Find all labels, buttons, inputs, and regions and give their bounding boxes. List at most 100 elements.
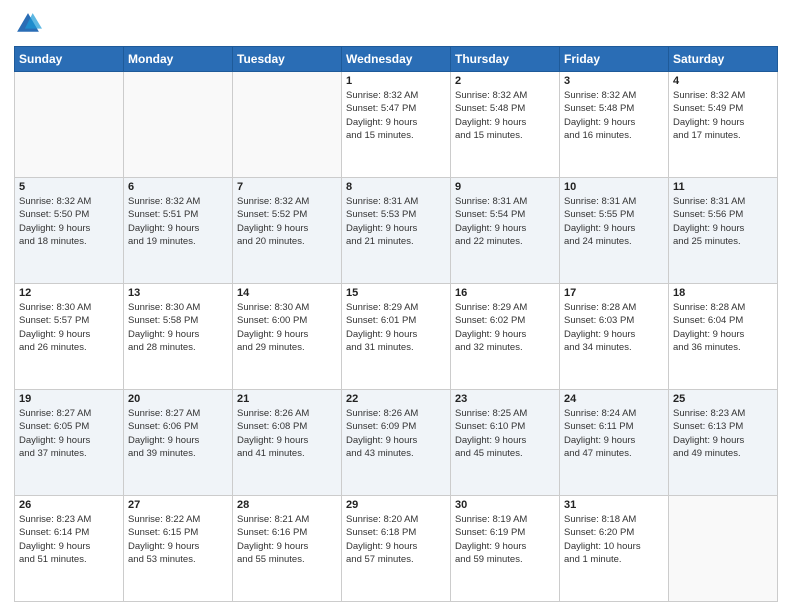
day-info: Sunrise: 8:31 AM Sunset: 5:56 PM Dayligh… xyxy=(673,195,773,248)
day-number: 6 xyxy=(128,181,228,193)
weekday-header: Wednesday xyxy=(342,47,451,72)
day-number: 21 xyxy=(237,393,337,405)
calendar-cell xyxy=(15,72,124,178)
day-info: Sunrise: 8:32 AM Sunset: 5:48 PM Dayligh… xyxy=(455,89,555,142)
calendar-cell: 26 Sunrise: 8:23 AM Sunset: 6:14 PM Dayli… xyxy=(15,496,124,602)
day-info: Sunrise: 8:25 AM Sunset: 6:10 PM Dayligh… xyxy=(455,407,555,460)
calendar-cell: 7Sunrise: 8:32 AM Sunset: 5:52 PM Daylig… xyxy=(233,178,342,284)
calendar-cell: 8 Sunrise: 8:31 AM Sunset: 5:53 PM Daylig… xyxy=(342,178,451,284)
weekday-header: Monday xyxy=(124,47,233,72)
calendar-week-row: 19 Sunrise: 8:27 AM Sunset: 6:05 PM Dayli… xyxy=(15,390,778,496)
day-number: 15 xyxy=(346,287,446,299)
day-info: Sunrise: 8:32 AM Sunset: 5:50 PM Dayligh… xyxy=(19,195,119,248)
day-info: Sunrise: 8:26 AM Sunset: 6:08 PM Dayligh… xyxy=(237,407,337,460)
day-number: 5 xyxy=(19,181,119,193)
calendar-cell: 24Sunrise: 8:24 AM Sunset: 6:11 PM Dayli… xyxy=(560,390,669,496)
day-number: 16 xyxy=(455,287,555,299)
calendar-cell: 4 Sunrise: 8:32 AM Sunset: 5:49 PM Daylig… xyxy=(669,72,778,178)
calendar-cell: 10Sunrise: 8:31 AM Sunset: 5:55 PM Dayli… xyxy=(560,178,669,284)
day-number: 19 xyxy=(19,393,119,405)
weekday-header-row: SundayMondayTuesdayWednesdayThursdayFrid… xyxy=(15,47,778,72)
calendar-cell: 13 Sunrise: 8:30 AM Sunset: 5:58 PM Dayli… xyxy=(124,284,233,390)
day-info: Sunrise: 8:31 AM Sunset: 5:54 PM Dayligh… xyxy=(455,195,555,248)
day-info: Sunrise: 8:31 AM Sunset: 5:53 PM Dayligh… xyxy=(346,195,446,248)
logo-icon xyxy=(14,10,42,38)
day-number: 3 xyxy=(564,75,664,87)
day-info: Sunrise: 8:32 AM Sunset: 5:51 PM Dayligh… xyxy=(128,195,228,248)
day-number: 4 xyxy=(673,75,773,87)
calendar-cell: 31Sunrise: 8:18 AM Sunset: 6:20 PM Dayli… xyxy=(560,496,669,602)
calendar-week-row: 12Sunrise: 8:30 AM Sunset: 5:57 PM Dayli… xyxy=(15,284,778,390)
day-info: Sunrise: 8:27 AM Sunset: 6:06 PM Dayligh… xyxy=(128,407,228,460)
day-info: Sunrise: 8:32 AM Sunset: 5:49 PM Dayligh… xyxy=(673,89,773,142)
calendar-cell: 19 Sunrise: 8:27 AM Sunset: 6:05 PM Dayli… xyxy=(15,390,124,496)
day-info: Sunrise: 8:20 AM Sunset: 6:18 PM Dayligh… xyxy=(346,513,446,566)
day-info: Sunrise: 8:29 AM Sunset: 6:02 PM Dayligh… xyxy=(455,301,555,354)
calendar-week-row: 1 Sunrise: 8:32 AM Sunset: 5:47 PM Daylig… xyxy=(15,72,778,178)
weekday-header: Tuesday xyxy=(233,47,342,72)
day-number: 8 xyxy=(346,181,446,193)
day-info: Sunrise: 8:19 AM Sunset: 6:19 PM Dayligh… xyxy=(455,513,555,566)
day-number: 20 xyxy=(128,393,228,405)
calendar-cell xyxy=(233,72,342,178)
day-info: Sunrise: 8:29 AM Sunset: 6:01 PM Dayligh… xyxy=(346,301,446,354)
calendar-cell: 29 Sunrise: 8:20 AM Sunset: 6:18 PM Dayli… xyxy=(342,496,451,602)
calendar-cell: 11 Sunrise: 8:31 AM Sunset: 5:56 PM Dayli… xyxy=(669,178,778,284)
day-number: 28 xyxy=(237,499,337,511)
day-info: Sunrise: 8:32 AM Sunset: 5:47 PM Dayligh… xyxy=(346,89,446,142)
day-number: 2 xyxy=(455,75,555,87)
day-number: 13 xyxy=(128,287,228,299)
weekday-header: Friday xyxy=(560,47,669,72)
day-info: Sunrise: 8:30 AM Sunset: 5:58 PM Dayligh… xyxy=(128,301,228,354)
day-number: 24 xyxy=(564,393,664,405)
day-info: Sunrise: 8:30 AM Sunset: 5:57 PM Dayligh… xyxy=(19,301,119,354)
day-info: Sunrise: 8:22 AM Sunset: 6:15 PM Dayligh… xyxy=(128,513,228,566)
calendar-cell: 3 Sunrise: 8:32 AM Sunset: 5:48 PM Daylig… xyxy=(560,72,669,178)
logo xyxy=(14,10,46,38)
calendar-table: SundayMondayTuesdayWednesdayThursdayFrid… xyxy=(14,46,778,602)
day-number: 9 xyxy=(455,181,555,193)
day-number: 29 xyxy=(346,499,446,511)
calendar-week-row: 26 Sunrise: 8:23 AM Sunset: 6:14 PM Dayli… xyxy=(15,496,778,602)
day-number: 25 xyxy=(673,393,773,405)
day-info: Sunrise: 8:26 AM Sunset: 6:09 PM Dayligh… xyxy=(346,407,446,460)
calendar-cell: 30 Sunrise: 8:19 AM Sunset: 6:19 PM Dayli… xyxy=(451,496,560,602)
page: SundayMondayTuesdayWednesdayThursdayFrid… xyxy=(0,0,792,612)
day-number: 18 xyxy=(673,287,773,299)
day-number: 26 xyxy=(19,499,119,511)
calendar-cell: 22Sunrise: 8:26 AM Sunset: 6:09 PM Dayli… xyxy=(342,390,451,496)
day-number: 17 xyxy=(564,287,664,299)
calendar-cell: 28 Sunrise: 8:21 AM Sunset: 6:16 PM Dayli… xyxy=(233,496,342,602)
day-info: Sunrise: 8:28 AM Sunset: 6:04 PM Dayligh… xyxy=(673,301,773,354)
day-info: Sunrise: 8:27 AM Sunset: 6:05 PM Dayligh… xyxy=(19,407,119,460)
weekday-header: Saturday xyxy=(669,47,778,72)
calendar-cell: 18 Sunrise: 8:28 AM Sunset: 6:04 PM Dayli… xyxy=(669,284,778,390)
calendar-cell: 15 Sunrise: 8:29 AM Sunset: 6:01 PM Dayli… xyxy=(342,284,451,390)
calendar-cell xyxy=(124,72,233,178)
weekday-header: Sunday xyxy=(15,47,124,72)
day-number: 31 xyxy=(564,499,664,511)
calendar-cell: 12Sunrise: 8:30 AM Sunset: 5:57 PM Dayli… xyxy=(15,284,124,390)
day-number: 27 xyxy=(128,499,228,511)
calendar-cell: 9 Sunrise: 8:31 AM Sunset: 5:54 PM Daylig… xyxy=(451,178,560,284)
calendar-cell: 1 Sunrise: 8:32 AM Sunset: 5:47 PM Daylig… xyxy=(342,72,451,178)
calendar-cell: 27 Sunrise: 8:22 AM Sunset: 6:15 PM Dayli… xyxy=(124,496,233,602)
day-number: 14 xyxy=(237,287,337,299)
day-info: Sunrise: 8:32 AM Sunset: 5:48 PM Dayligh… xyxy=(564,89,664,142)
day-info: Sunrise: 8:23 AM Sunset: 6:13 PM Dayligh… xyxy=(673,407,773,460)
header xyxy=(14,10,778,38)
day-info: Sunrise: 8:23 AM Sunset: 6:14 PM Dayligh… xyxy=(19,513,119,566)
day-number: 1 xyxy=(346,75,446,87)
day-number: 11 xyxy=(673,181,773,193)
weekday-header: Thursday xyxy=(451,47,560,72)
day-info: Sunrise: 8:30 AM Sunset: 6:00 PM Dayligh… xyxy=(237,301,337,354)
calendar-cell: 21 Sunrise: 8:26 AM Sunset: 6:08 PM Dayli… xyxy=(233,390,342,496)
calendar-cell: 17Sunrise: 8:28 AM Sunset: 6:03 PM Dayli… xyxy=(560,284,669,390)
calendar-cell: 14 Sunrise: 8:30 AM Sunset: 6:00 PM Dayli… xyxy=(233,284,342,390)
calendar-cell: 2 Sunrise: 8:32 AM Sunset: 5:48 PM Daylig… xyxy=(451,72,560,178)
calendar-cell: 6 Sunrise: 8:32 AM Sunset: 5:51 PM Daylig… xyxy=(124,178,233,284)
day-info: Sunrise: 8:21 AM Sunset: 6:16 PM Dayligh… xyxy=(237,513,337,566)
day-info: Sunrise: 8:31 AM Sunset: 5:55 PM Dayligh… xyxy=(564,195,664,248)
day-info: Sunrise: 8:32 AM Sunset: 5:52 PM Dayligh… xyxy=(237,195,337,248)
day-number: 30 xyxy=(455,499,555,511)
